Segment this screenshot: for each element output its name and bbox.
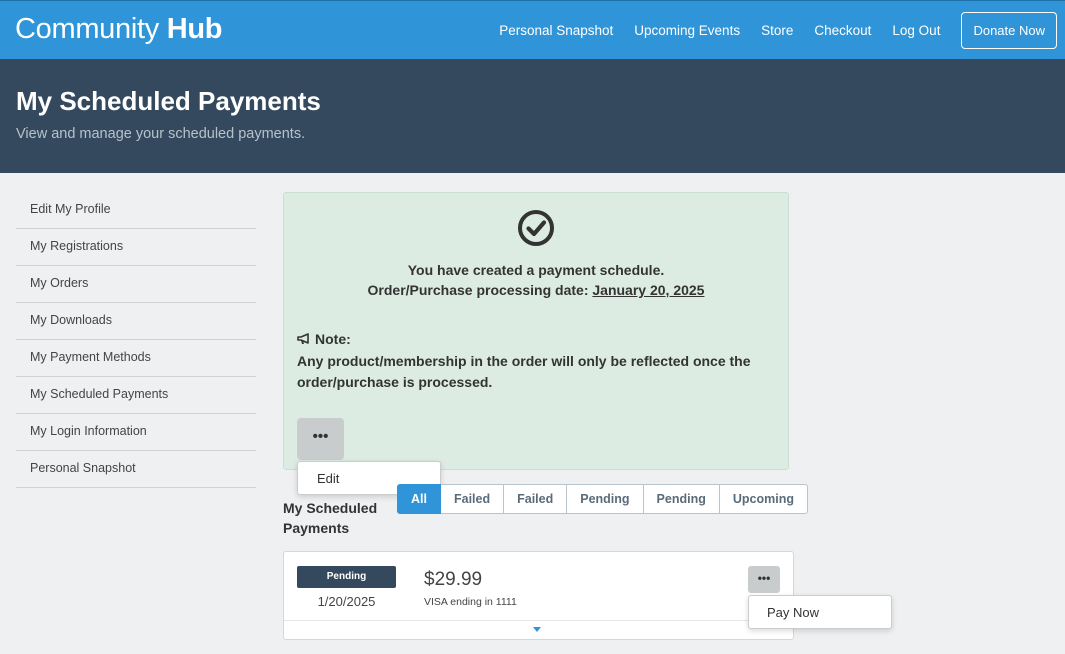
processing-date: January 20, 2025 [592,282,705,298]
tab-failed[interactable]: Failed [440,484,505,514]
tab-failed-2[interactable]: Failed [504,484,568,514]
processing-date-label: Order/Purchase processing date: [367,282,593,298]
status-badge: Pending [297,566,396,588]
check-circle-icon [518,210,554,246]
sidebar-item-scheduled-payments[interactable]: My Scheduled Payments [16,377,256,414]
sidebar-item-login-information[interactable]: My Login Information [16,414,256,451]
scheduled-payment-card: Pending 1/20/2025 $29.99 VISA ending in … [283,551,794,640]
note-heading: Note: [297,331,351,347]
notice-more-button[interactable]: ••• [297,418,344,460]
card-divider [284,620,793,621]
nav-store[interactable]: Store [761,23,793,38]
sidebar-item-registrations[interactable]: My Registrations [16,229,256,266]
nav-links: Personal Snapshot Upcoming Events Store … [499,1,1065,60]
sidebar-item-edit-profile[interactable]: Edit My Profile [16,192,256,229]
nav-personal-snapshot[interactable]: Personal Snapshot [499,23,613,38]
tab-pending[interactable]: Pending [567,484,644,514]
note-label: Note: [315,331,351,347]
page-title: My Scheduled Payments [16,86,321,116]
processing-date-message: Order/Purchase processing date: January … [284,282,788,298]
status-filter-tabs: All Failed Failed Pending Pending Upcomi… [397,484,808,514]
schedule-created-message: You have created a payment schedule. [407,262,665,278]
tab-upcoming[interactable]: Upcoming [719,484,808,514]
account-sidebar: Edit My Profile My Registrations My Orde… [16,192,256,488]
sidebar-item-downloads[interactable]: My Downloads [16,303,256,340]
pay-now-menu-item[interactable]: Pay Now [748,595,892,629]
payment-amount: $29.99 [424,569,483,590]
brand-light: Community [15,13,159,45]
sidebar-item-payment-methods[interactable]: My Payment Methods [16,340,256,377]
sidebar-item-personal-snapshot[interactable]: Personal Snapshot [16,451,256,488]
nav-log-out[interactable]: Log Out [892,23,940,38]
tab-all[interactable]: All [397,484,441,514]
payment-method: VISA ending in 1111 [424,596,517,608]
tab-pending-2[interactable]: Pending [643,484,720,514]
top-navbar: Community Hub Personal Snapshot Upcoming… [0,0,1065,59]
payment-date: 1/20/2025 [317,594,376,609]
donate-now-button[interactable]: Donate Now [961,12,1057,49]
nav-upcoming-events[interactable]: Upcoming Events [634,23,740,38]
nav-checkout[interactable]: Checkout [814,23,871,38]
success-notice: You have created a payment schedule. Ord… [283,192,789,470]
scheduled-payments-title: My Scheduled Payments [283,500,378,536]
brand-logo[interactable]: Community Hub [15,13,223,46]
payment-more-button[interactable]: ••• [748,566,780,593]
megaphone-icon [297,333,309,344]
page-subtitle: View and manage your scheduled payments. [16,126,306,142]
sidebar-item-orders[interactable]: My Orders [16,266,256,303]
note-text: Any product/membership in the order will… [297,353,751,390]
page-header: My Scheduled Payments View and manage yo… [0,59,1065,173]
expand-caret-icon[interactable] [533,627,541,632]
brand-bold: Hub [166,13,223,45]
